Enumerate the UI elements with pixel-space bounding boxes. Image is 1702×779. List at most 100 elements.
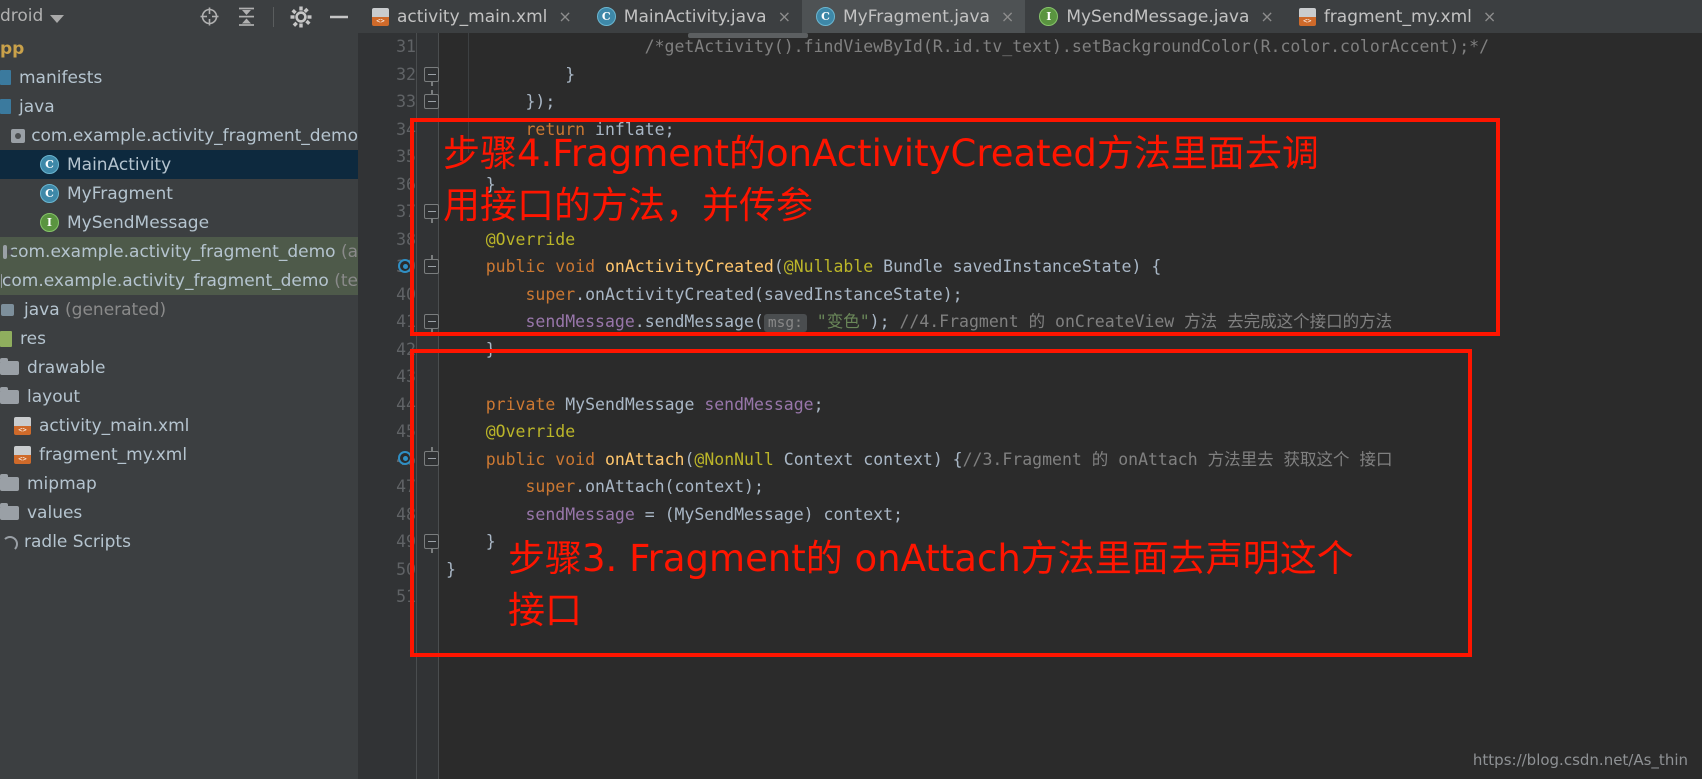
code-token: } <box>446 532 496 551</box>
java-interface-icon: I <box>1039 7 1059 26</box>
tree-item-com-example-activity-fragment-demo[interactable]: com.example.activity_fragment_demo (te <box>0 266 358 295</box>
code-token: } <box>446 559 456 579</box>
tree-item-values[interactable]: values <box>0 498 358 527</box>
gear-icon[interactable] <box>290 6 312 28</box>
tab-label: MyFragment.java <box>842 6 990 27</box>
tree-item-com-example-activity-fragment-demo[interactable]: com.example.activity_fragment_demo (a <box>0 237 358 266</box>
fold-marker-32[interactable] <box>424 67 439 86</box>
tab-label: MainActivity.java <box>623 6 767 27</box>
tree-item-label: drawable <box>27 357 106 378</box>
code-token: public void <box>485 257 605 276</box>
tree-item-mainactivity[interactable]: C MainActivity <box>0 150 358 179</box>
tree-item-radle-scripts[interactable]: radle Scripts <box>0 527 358 556</box>
code-line-32[interactable]: 32 } <box>358 61 1702 89</box>
fold-marker-42[interactable] <box>424 314 439 333</box>
code-line-48[interactable]: 48 sendMessage = (MySendMessage) context… <box>358 501 1702 529</box>
xml-file-icon <box>1298 8 1316 26</box>
project-tree[interactable]: pp manifests java com.example.activity_frag… <box>0 34 358 556</box>
code-line-45[interactable]: 45 @Override <box>358 418 1702 446</box>
code-token: = (MySendMessage) context; <box>634 504 903 524</box>
editor-tab-myfragment-java[interactable]: C MyFragment.java × <box>801 0 1026 33</box>
tree-item-java[interactable]: java (generated) <box>0 295 358 324</box>
tree-item-pp[interactable]: pp <box>0 34 358 63</box>
tree-item-label: com.example.activity_fragment_demo <box>31 125 358 146</box>
tab-close-icon[interactable]: × <box>778 7 791 26</box>
tab-close-icon[interactable]: × <box>1483 7 1496 26</box>
editor-tab-activity-main-xml[interactable]: activity_main.xml × <box>358 0 583 33</box>
line-number: 38 <box>396 229 416 249</box>
code-line-47[interactable]: 47 super.onAttach(context); <box>358 473 1702 501</box>
editor-tab-mainactivity-java[interactable]: C MainActivity.java × <box>583 0 802 33</box>
line-number: 31 <box>396 37 416 56</box>
code-token: ( <box>773 257 784 276</box>
tree-item-label: manifests <box>19 67 103 88</box>
line-content: super.onActivityCreated(savedInstanceSta… <box>446 281 962 309</box>
code-line-42[interactable]: 42 } <box>358 336 1702 364</box>
line-number: 44 <box>396 394 416 414</box>
code-line-43[interactable]: 43 <box>358 363 1702 391</box>
tree-item-fragment-my-xml[interactable]: fragment_my.xml <box>0 440 358 469</box>
code-line-40[interactable]: 40 super.onActivityCreated(savedInstance… <box>358 281 1702 309</box>
code-token: sendMessage <box>525 312 635 331</box>
folder-icon <box>0 357 19 375</box>
code-line-46[interactable]: 46 public void onAttach(@NonNull Context… <box>358 446 1702 474</box>
code-token: super <box>525 477 576 496</box>
code-token: /*getActivity().findViewById(R.id.tv_tex… <box>446 37 1490 56</box>
target-locate-icon[interactable] <box>199 6 220 27</box>
tree-item-label: mipmap <box>27 473 97 494</box>
tab-close-icon[interactable]: × <box>558 7 571 26</box>
collapse-all-icon[interactable] <box>236 6 257 27</box>
tree-item-layout[interactable]: layout <box>0 382 358 411</box>
code-token: .onAttach(context); <box>575 477 764 496</box>
line-content: sendMessage = (MySendMessage) context; <box>446 501 903 529</box>
fold-marker-46[interactable] <box>424 447 439 466</box>
fold-marker-33[interactable] <box>424 90 439 109</box>
tree-item-drawable[interactable]: drawable <box>0 353 358 382</box>
tree-item-myfragment[interactable]: C MyFragment <box>0 179 358 208</box>
tab-close-icon[interactable]: × <box>1001 7 1014 26</box>
tree-item-activity-main-xml[interactable]: activity_main.xml <box>0 411 358 440</box>
editor-tab-mysendmessage-java[interactable]: I MySendMessage.java × <box>1025 0 1284 33</box>
fold-marker-36[interactable] <box>424 204 439 223</box>
override-marker-46[interactable] <box>398 451 412 465</box>
code-line-44[interactable]: 44 private MySendMessage sendMessage; <box>358 391 1702 419</box>
code-token: private <box>485 394 566 414</box>
tree-item-label: activity_main.xml <box>39 415 190 436</box>
code-token: //4.Fragment 的 onCreateView 方法 去完成这个接口的方… <box>889 312 1393 331</box>
line-content: sendMessage.sendMessage(msg: "变色"); //4.… <box>446 308 1392 338</box>
project-panel-title[interactable]: droid <box>0 6 43 26</box>
line-content: private MySendMessage sendMessage; <box>446 391 824 419</box>
tree-item-mipmap[interactable]: mipmap <box>0 469 358 498</box>
code-line-39[interactable]: 39 public void onActivityCreated(@Nullab… <box>358 253 1702 281</box>
tab-label: activity_main.xml <box>397 6 548 27</box>
line-number: 42 <box>396 339 416 359</box>
code-token: onAttach <box>604 449 685 469</box>
fold-marker-49[interactable] <box>424 534 439 553</box>
code-line-31[interactable]: 31 /*getActivity().findViewById(R.id.tv_… <box>358 33 1702 61</box>
code-line-33[interactable]: 33 }); <box>358 88 1702 116</box>
tree-item-java[interactable]: java <box>0 92 358 121</box>
tree-item-manifests[interactable]: manifests <box>0 63 358 92</box>
editor-tab-bar[interactable]: activity_main.xml × C MainActivity.java × C My… <box>358 0 1702 33</box>
line-number: 47 <box>396 477 416 496</box>
code-token: @Override <box>446 422 576 441</box>
tree-item-label: com.example.activity_fragment_demo (te <box>2 270 358 291</box>
tree-item-mysendmessage[interactable]: I MySendMessage <box>0 208 358 237</box>
tree-item-com-example-activity-fragment-demo[interactable]: com.example.activity_fragment_demo <box>0 121 358 150</box>
editor-tab-fragment-my-xml[interactable]: fragment_my.xml × <box>1285 0 1508 33</box>
fold-marker-39[interactable] <box>424 255 439 274</box>
tab-close-icon[interactable]: × <box>1260 7 1273 26</box>
code-token: "变色" <box>816 312 870 331</box>
line-content: public void onAttach(@NonNull Context co… <box>446 446 1393 474</box>
chevron-down-icon[interactable] <box>50 15 64 23</box>
code-line-41[interactable]: 41 sendMessage.sendMessage(msg: "变色"); /… <box>358 308 1702 336</box>
line-content: @Override <box>446 418 575 446</box>
override-marker-39[interactable] <box>398 259 412 273</box>
tree-item-res[interactable]: res <box>0 324 358 353</box>
tree-item-label: layout <box>27 386 81 407</box>
minimize-icon[interactable] <box>328 6 350 28</box>
